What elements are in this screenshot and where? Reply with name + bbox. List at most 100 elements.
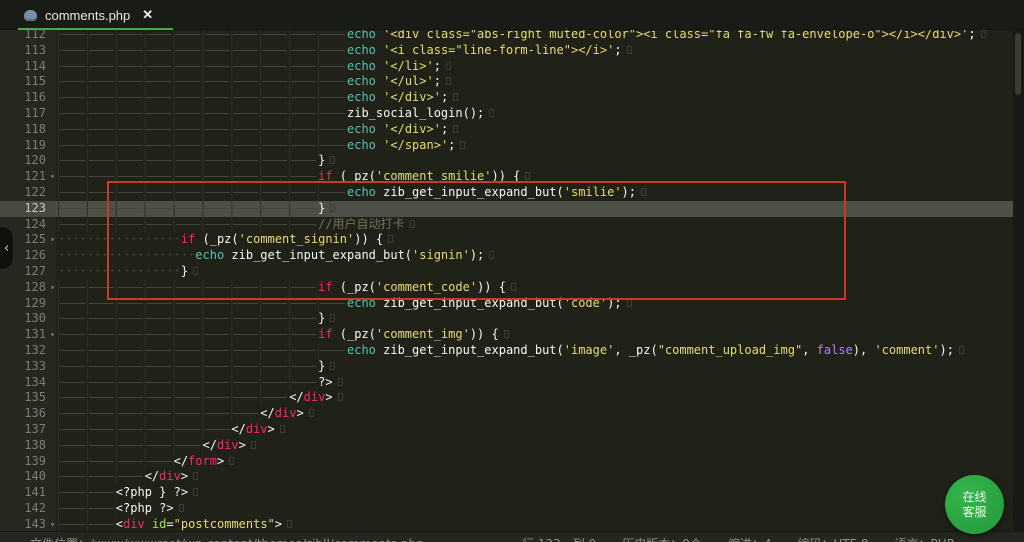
eol-mark xyxy=(627,299,632,307)
encoding-label: 编码：UTF-8 xyxy=(798,535,869,542)
code-text[interactable]: if (_pz('comment_img')) { xyxy=(56,327,1013,343)
code-line-118[interactable]: 118echo '</div>'; xyxy=(0,122,1013,138)
code-text[interactable]: echo '<i class="line-form-line"></i>'; xyxy=(56,43,1013,59)
code-line-136[interactable]: 136</div> xyxy=(0,406,1013,422)
code-line-142[interactable]: 142<?php ?> xyxy=(0,501,1013,517)
eol-mark xyxy=(330,204,335,212)
code-text[interactable]: </form> xyxy=(56,454,1013,470)
token: false xyxy=(817,343,853,357)
code-line-138[interactable]: 138</div> xyxy=(0,438,1013,454)
history-label: 历史版本：0个 xyxy=(622,535,702,542)
code-line-139[interactable]: 139</form> xyxy=(0,454,1013,470)
scrollbar-track[interactable] xyxy=(1013,0,1024,542)
code-line-117[interactable]: 117zib_social_login(); xyxy=(0,106,1013,122)
code-line-133[interactable]: 133} xyxy=(0,359,1013,375)
tab-close-icon[interactable]: ✕ xyxy=(142,7,153,23)
code-text[interactable]: echo zib_get_input_expand_but('smilie'); xyxy=(56,185,1013,201)
code-text[interactable]: } xyxy=(56,153,1013,169)
code-text[interactable]: ·················} xyxy=(56,264,1013,280)
code-line-137[interactable]: 137</div> xyxy=(0,422,1013,438)
line-number: 117 xyxy=(0,106,56,122)
code-line-131[interactable]: 131▾if (_pz('comment_img')) { xyxy=(0,327,1013,343)
code-text[interactable]: } xyxy=(56,359,1013,375)
code-line-115[interactable]: 115echo '</ul>'; xyxy=(0,74,1013,90)
code-line-119[interactable]: 119echo '</span>'; xyxy=(0,138,1013,154)
tab-indent-marks xyxy=(58,438,203,454)
code-text[interactable]: <?php ?> xyxy=(56,501,1013,517)
code-line-121[interactable]: 121▾if (_pz('comment_smilie')) { xyxy=(0,169,1013,185)
code-text[interactable]: } xyxy=(56,201,1013,217)
token: 'image' xyxy=(564,343,615,357)
token: ; xyxy=(448,138,455,152)
code-line-135[interactable]: 135</div> xyxy=(0,390,1013,406)
code-line-113[interactable]: 113echo '<i class="line-form-line"></i>'… xyxy=(0,43,1013,59)
code-line-116[interactable]: 116echo '</div>'; xyxy=(0,90,1013,106)
fold-marker-icon[interactable]: ▾ xyxy=(50,232,55,248)
eol-mark xyxy=(251,441,256,449)
code-text[interactable]: echo '</li>'; xyxy=(56,59,1013,75)
code-line-114[interactable]: 114echo '</li>'; xyxy=(0,59,1013,75)
code-line-132[interactable]: 132echo zib_get_input_expand_but('image'… xyxy=(0,343,1013,359)
code-line-127[interactable]: 127·················} xyxy=(0,264,1013,280)
code-line-129[interactable]: 129echo zib_get_input_expand_but('code')… xyxy=(0,296,1013,312)
token: '</li>' xyxy=(383,59,434,73)
code-text[interactable]: if (_pz('comment_smilie')) { xyxy=(56,169,1013,185)
code-line-120[interactable]: 120} xyxy=(0,153,1013,169)
code-text[interactable]: </div> xyxy=(56,390,1013,406)
chevron-left-icon: ‹ xyxy=(4,241,9,256)
code-text[interactable]: ···················echo zib_get_input_ex… xyxy=(56,248,1013,264)
code-line-128[interactable]: 128▾if (_pz('comment_code')) { xyxy=(0,280,1013,296)
code-editor[interactable]: 112echo '<div class="abs-right muted-col… xyxy=(0,27,1013,533)
token: < xyxy=(116,517,123,531)
eol-mark xyxy=(489,251,494,259)
code-line-122[interactable]: 122echo zib_get_input_expand_but('smilie… xyxy=(0,185,1013,201)
sidebar-collapse-handle[interactable]: ‹ xyxy=(0,226,14,270)
code-text[interactable]: <?php } ?> xyxy=(56,485,1013,501)
token: echo xyxy=(195,248,224,262)
online-service-badge[interactable]: 在线 客服 xyxy=(945,475,1004,534)
code-text[interactable]: echo '</span>'; xyxy=(56,138,1013,154)
code-line-125[interactable]: 125▾·················if (_pz('comment_si… xyxy=(0,232,1013,248)
tab-comments-php[interactable]: comments.php ✕ xyxy=(18,0,173,30)
eol-mark xyxy=(410,220,415,228)
fold-marker-icon[interactable]: ▾ xyxy=(50,169,55,185)
scrollbar-thumb[interactable] xyxy=(1015,33,1021,95)
code-line-140[interactable]: 140</div> xyxy=(0,469,1013,485)
code-line-141[interactable]: 141<?php } ?> xyxy=(0,485,1013,501)
status-bar: 文件位置：/www/wwwroot/wp-content/themes/zibl… xyxy=(0,531,1024,542)
fold-marker-icon[interactable]: ▾ xyxy=(50,280,55,296)
code-text[interactable]: </div> xyxy=(56,406,1013,422)
code-text[interactable]: //用户自动打卡 xyxy=(56,217,1013,233)
eol-mark xyxy=(446,62,451,70)
code-line-130[interactable]: 130} xyxy=(0,311,1013,327)
code-text[interactable]: ·················if (_pz('comment_signin… xyxy=(56,232,1013,248)
code-line-134[interactable]: 134?> xyxy=(0,375,1013,391)
code-text[interactable]: ?> xyxy=(56,375,1013,391)
code-text[interactable]: echo '</ul>'; xyxy=(56,74,1013,90)
code-text[interactable]: zib_social_login(); xyxy=(56,106,1013,122)
code-text[interactable]: } xyxy=(56,311,1013,327)
eol-mark xyxy=(446,77,451,85)
code-line-126[interactable]: 126···················echo zib_get_input… xyxy=(0,248,1013,264)
eol-mark xyxy=(959,346,964,354)
tab-indent-marks xyxy=(58,501,116,517)
token: 'comment_code' xyxy=(376,280,477,294)
code-text[interactable]: </div> xyxy=(56,469,1013,485)
code-line-124[interactable]: 124//用户自动打卡 xyxy=(0,217,1013,233)
tab-indent-marks xyxy=(58,185,347,201)
token: "comment_upload_img" xyxy=(658,343,803,357)
code-line-123[interactable]: 123} xyxy=(0,201,1013,217)
code-text[interactable]: </div> xyxy=(56,438,1013,454)
code-text[interactable]: echo '</div>'; xyxy=(56,90,1013,106)
code-text[interactable]: echo zib_get_input_expand_but('code'); xyxy=(56,296,1013,312)
eol-mark xyxy=(309,409,314,417)
code-text[interactable]: echo '</div>'; xyxy=(56,122,1013,138)
code-text[interactable]: if (_pz('comment_code')) { xyxy=(56,280,1013,296)
eol-mark xyxy=(179,504,184,512)
token: ); xyxy=(607,296,621,310)
fold-marker-icon[interactable]: ▾ xyxy=(50,327,55,343)
space-indent-dots: ················· xyxy=(58,264,181,278)
tab-indent-marks xyxy=(58,485,116,501)
code-text[interactable]: </div> xyxy=(56,422,1013,438)
code-text[interactable]: echo zib_get_input_expand_but('image', _… xyxy=(56,343,1013,359)
